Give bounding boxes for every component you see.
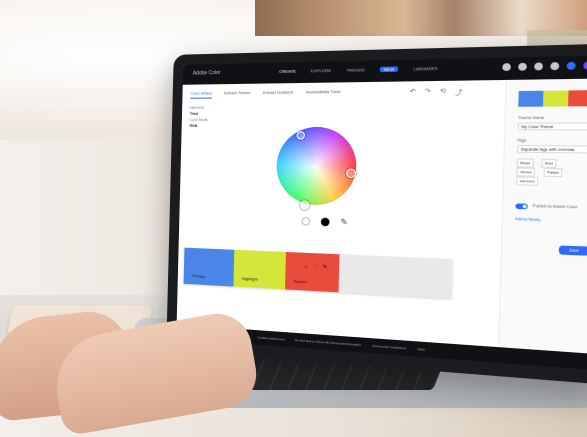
swatch-label-3: Accent bbox=[293, 278, 307, 285]
swatch-4[interactable] bbox=[338, 254, 396, 296]
redo-icon[interactable]: ↷ bbox=[425, 88, 431, 98]
tab-accessibility-tools[interactable]: Accessibility Tools bbox=[306, 89, 341, 98]
settings-icon[interactable] bbox=[550, 62, 560, 71]
top-nav-explore[interactable]: EXPLORE bbox=[311, 68, 332, 74]
side-swatches bbox=[518, 90, 587, 107]
left-meta: Harmony Triad Color Mode RGB bbox=[189, 105, 208, 129]
top-nav-new-badge[interactable]: NEW bbox=[380, 66, 398, 73]
mode-label: Color Mode bbox=[189, 117, 208, 122]
swatch-5[interactable] bbox=[394, 256, 453, 299]
side-swatch-1[interactable] bbox=[518, 90, 544, 107]
wheel-handle-2[interactable] bbox=[299, 200, 310, 210]
top-nav: CREATE EXPLORE TRENDS NEW LIBRARIES bbox=[279, 66, 438, 74]
help-icon[interactable] bbox=[534, 62, 544, 71]
footer-link[interactable]: Do Not Sell or Share My Personal Informa… bbox=[295, 338, 361, 347]
wheel-tools: ✎ bbox=[301, 217, 348, 227]
tag-chip[interactable]: Palette bbox=[543, 167, 563, 178]
tag-chip[interactable]: Harmony bbox=[516, 176, 539, 186]
save-button[interactable]: Save bbox=[558, 245, 587, 256]
theme-name-label: Theme Name bbox=[517, 115, 545, 121]
wheel-handle-1[interactable] bbox=[345, 168, 357, 179]
color-wheel[interactable] bbox=[275, 126, 358, 206]
swatch-1[interactable]: Primary bbox=[183, 247, 235, 287]
toolbar-icons: ↶ ↷ ⟲ ⤴ bbox=[410, 87, 463, 98]
swatch-label-1: Primary bbox=[191, 273, 206, 279]
brightness-low-icon[interactable] bbox=[301, 217, 311, 226]
publish-toggle-label: Publish to Adobe Color bbox=[532, 203, 578, 210]
tag-chip[interactable]: Bold bbox=[541, 158, 557, 168]
swatch-2[interactable]: Highlight bbox=[233, 249, 286, 290]
reset-icon[interactable]: ⟲ bbox=[440, 87, 446, 97]
tags-label: Tags bbox=[517, 138, 527, 143]
user-avatar-icon[interactable] bbox=[566, 61, 576, 70]
subtabs: Color Wheel Extract Theme Extract Gradie… bbox=[190, 89, 341, 99]
swatch-actions[interactable]: ⌂ ◌ ✎ bbox=[305, 263, 330, 270]
share-icon[interactable]: ⤴ bbox=[455, 87, 462, 98]
harmony-label: Harmony bbox=[189, 105, 205, 110]
top-icons bbox=[502, 61, 587, 72]
side-swatch-3[interactable] bbox=[568, 90, 587, 107]
brightness-high-icon[interactable] bbox=[320, 217, 330, 227]
side-panel: Theme Name My Color Theme Tags Separate … bbox=[497, 78, 587, 371]
footer-link[interactable]: Cookie preferences bbox=[257, 335, 284, 341]
theme-name-input[interactable]: My Color Theme bbox=[517, 122, 587, 131]
swatch-label-2: Highlight bbox=[241, 275, 258, 282]
publish-toggle[interactable] bbox=[515, 203, 528, 210]
brand-name: Adobe Color bbox=[192, 69, 221, 77]
eyedropper-icon[interactable]: ✎ bbox=[340, 217, 348, 227]
side-swatch-2[interactable] bbox=[542, 90, 569, 107]
apps-icon[interactable] bbox=[583, 61, 587, 70]
tab-color-wheel[interactable]: Color Wheel bbox=[190, 90, 213, 99]
tags-input[interactable]: Separate tags with commas bbox=[516, 144, 587, 154]
swatch-3[interactable]: ⌂ ◌ ✎ Accent bbox=[284, 251, 340, 293]
top-nav-trends[interactable]: TRENDS bbox=[346, 67, 364, 73]
top-nav-libraries[interactable]: LIBRARIES bbox=[413, 66, 437, 72]
footer-link[interactable]: Community Guidelines bbox=[372, 344, 406, 351]
bell-icon[interactable] bbox=[502, 63, 511, 72]
tab-extract-theme[interactable]: Extract Theme bbox=[224, 90, 251, 98]
footer-link[interactable]: Help bbox=[418, 347, 425, 352]
add-to-library-link[interactable]: Add to library bbox=[515, 217, 541, 222]
top-nav-create[interactable]: CREATE bbox=[279, 68, 296, 74]
grid-icon[interactable] bbox=[518, 62, 527, 71]
tag-chip[interactable]: Vibrant bbox=[516, 167, 536, 177]
tag-chip[interactable]: Bright bbox=[516, 158, 534, 168]
mode-value[interactable]: RGB bbox=[189, 123, 207, 129]
palette: Primary Highlight ⌂ ◌ ✎ Accent bbox=[183, 247, 453, 299]
undo-icon[interactable]: ↶ bbox=[410, 88, 416, 98]
tab-extract-gradient[interactable]: Extract Gradient bbox=[263, 89, 293, 98]
